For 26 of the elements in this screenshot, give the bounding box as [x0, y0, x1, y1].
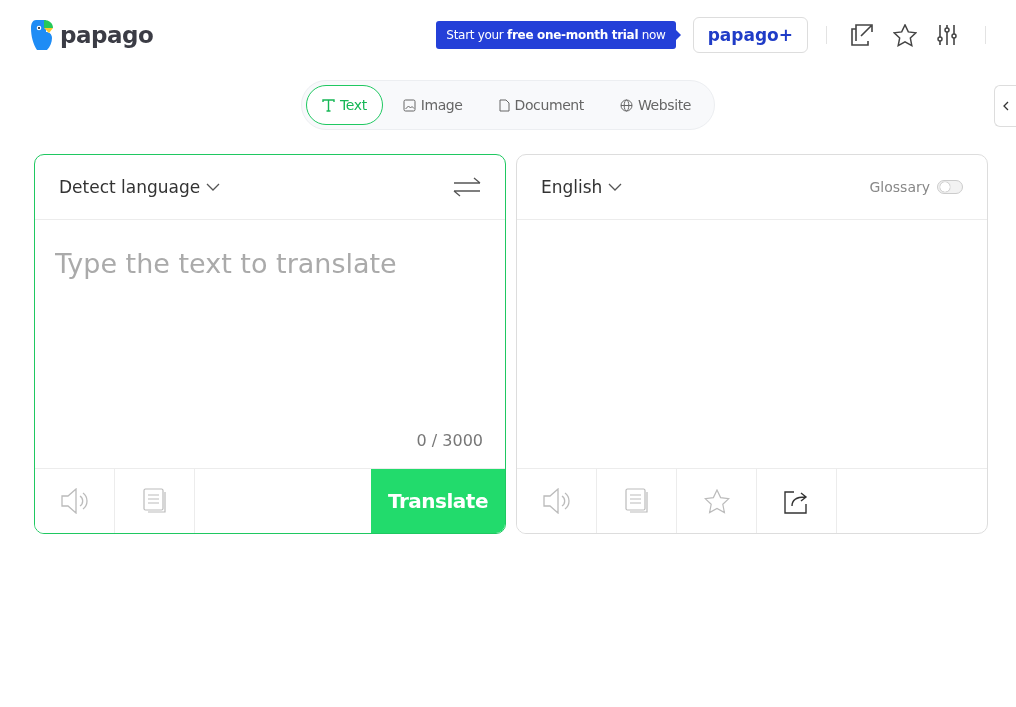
papago-plus-button[interactable]: papago+	[692, 17, 808, 53]
mode-tab[interactable]: Website	[603, 85, 707, 125]
chevron-left-icon	[1002, 101, 1009, 111]
mode-tab[interactable]: Image	[386, 85, 479, 125]
text-icon	[322, 98, 335, 112]
source-language-selector[interactable]: Detect language	[59, 177, 221, 197]
settings-sliders-icon[interactable]	[937, 24, 957, 46]
external-link-icon[interactable]	[851, 24, 873, 46]
globe-icon	[619, 98, 633, 112]
parrot-logo-icon	[30, 19, 54, 51]
logo-text: papago	[60, 22, 154, 48]
tooltip-pointer	[675, 30, 681, 40]
glossary-label: Glossary	[869, 179, 930, 195]
chevron-down-icon	[608, 183, 623, 191]
collapse-side-button[interactable]	[994, 85, 1016, 127]
image-icon	[402, 98, 416, 112]
swap-icon[interactable]	[453, 177, 481, 197]
glossary-toggle[interactable]	[937, 180, 963, 194]
source-panel[interactable]: Detect language Type the text to translate 0 / 3000 Translate	[34, 154, 506, 534]
star-icon[interactable]	[893, 23, 917, 47]
mode-tab[interactable]: Document	[482, 85, 600, 125]
promo-banner[interactable]: Start your free one-month trial now	[436, 21, 676, 49]
character-counter: 0 / 3000	[416, 431, 483, 450]
target-language-selector[interactable]: English	[541, 177, 623, 197]
document-icon	[498, 98, 510, 112]
chevron-down-icon	[206, 183, 221, 191]
